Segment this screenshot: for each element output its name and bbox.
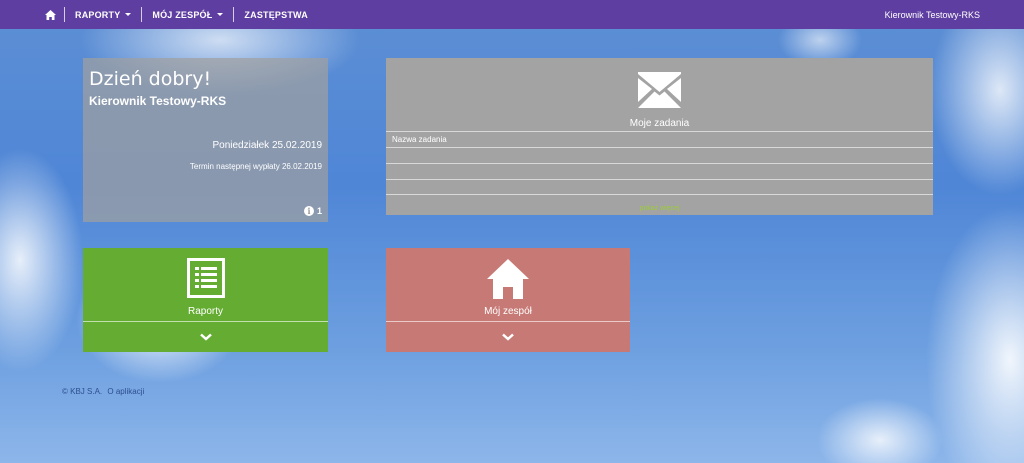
about-link[interactable]: O aplikacji: [107, 387, 144, 396]
show-more-link[interactable]: pokaż więcej: [386, 205, 933, 212]
nav-item-label: RAPORTY: [75, 9, 121, 20]
my-team-tile-label: Mój zespół: [484, 306, 532, 317]
user-name: Kierownik Testowy-RKS: [884, 9, 980, 20]
footer: © KBJ S.A. O aplikacji: [62, 387, 147, 396]
nav-item-raporty[interactable]: RAPORTY: [65, 0, 141, 29]
welcome-panel: Dzień dobry! Kierownik Testowy-RKS Ponie…: [83, 58, 328, 222]
tasks-table-header: Nazwa zadania: [386, 131, 933, 147]
my-tasks-panel: Moje zadania Nazwa zadania pokaż więcej: [386, 58, 933, 215]
home-icon: [487, 259, 529, 299]
user-menu[interactable]: Kierownik Testowy-RKS: [885, 0, 980, 29]
home-icon: [44, 9, 56, 20]
table-row[interactable]: [386, 147, 933, 163]
tasks-title: Moje zadania: [629, 118, 690, 129]
reports-tile[interactable]: Raporty: [83, 248, 328, 352]
current-date: Poniedziałek 25.02.2019: [212, 140, 322, 151]
copyright: © KBJ S.A.: [62, 387, 103, 396]
table-row[interactable]: [386, 179, 933, 195]
nav-item-label: ZASTĘPSTWA: [244, 9, 308, 20]
caret-down-icon: [217, 13, 224, 16]
my-team-tile[interactable]: Mój zespół: [386, 248, 630, 352]
reports-tile-label: Raporty: [187, 306, 223, 317]
tasks-table: Nazwa zadania: [386, 131, 933, 195]
caret-down-icon: [125, 13, 132, 16]
chevron-down-icon: [199, 333, 212, 341]
chevron-down-icon: [502, 333, 514, 341]
info-icon: i: [303, 206, 314, 216]
next-payment-date: Termin następnej wypłaty 26.02.2019: [189, 162, 322, 171]
nav-item-label: MÓJ ZESPÓŁ: [152, 9, 213, 20]
list-icon: [186, 258, 225, 298]
reports-expand-button[interactable]: [83, 321, 328, 352]
nav-item-zastepstwa[interactable]: ZASTĘPSTWA: [234, 0, 318, 29]
info-badge[interactable]: i 1: [303, 206, 322, 216]
table-row[interactable]: [386, 163, 933, 179]
home-button[interactable]: [36, 0, 64, 29]
welcome-user-name: Kierownik Testowy-RKS: [89, 94, 227, 108]
nav-item-moj-zespol[interactable]: MÓJ ZESPÓŁ: [142, 0, 233, 29]
greeting: Dzień dobry!: [89, 68, 212, 90]
info-count: 1: [316, 206, 322, 216]
top-navbar: RAPORTY MÓJ ZESPÓŁ ZASTĘPSTWA Kierownik …: [0, 0, 1024, 29]
my-team-expand-button[interactable]: [386, 321, 630, 352]
envelope-icon: [638, 72, 681, 108]
